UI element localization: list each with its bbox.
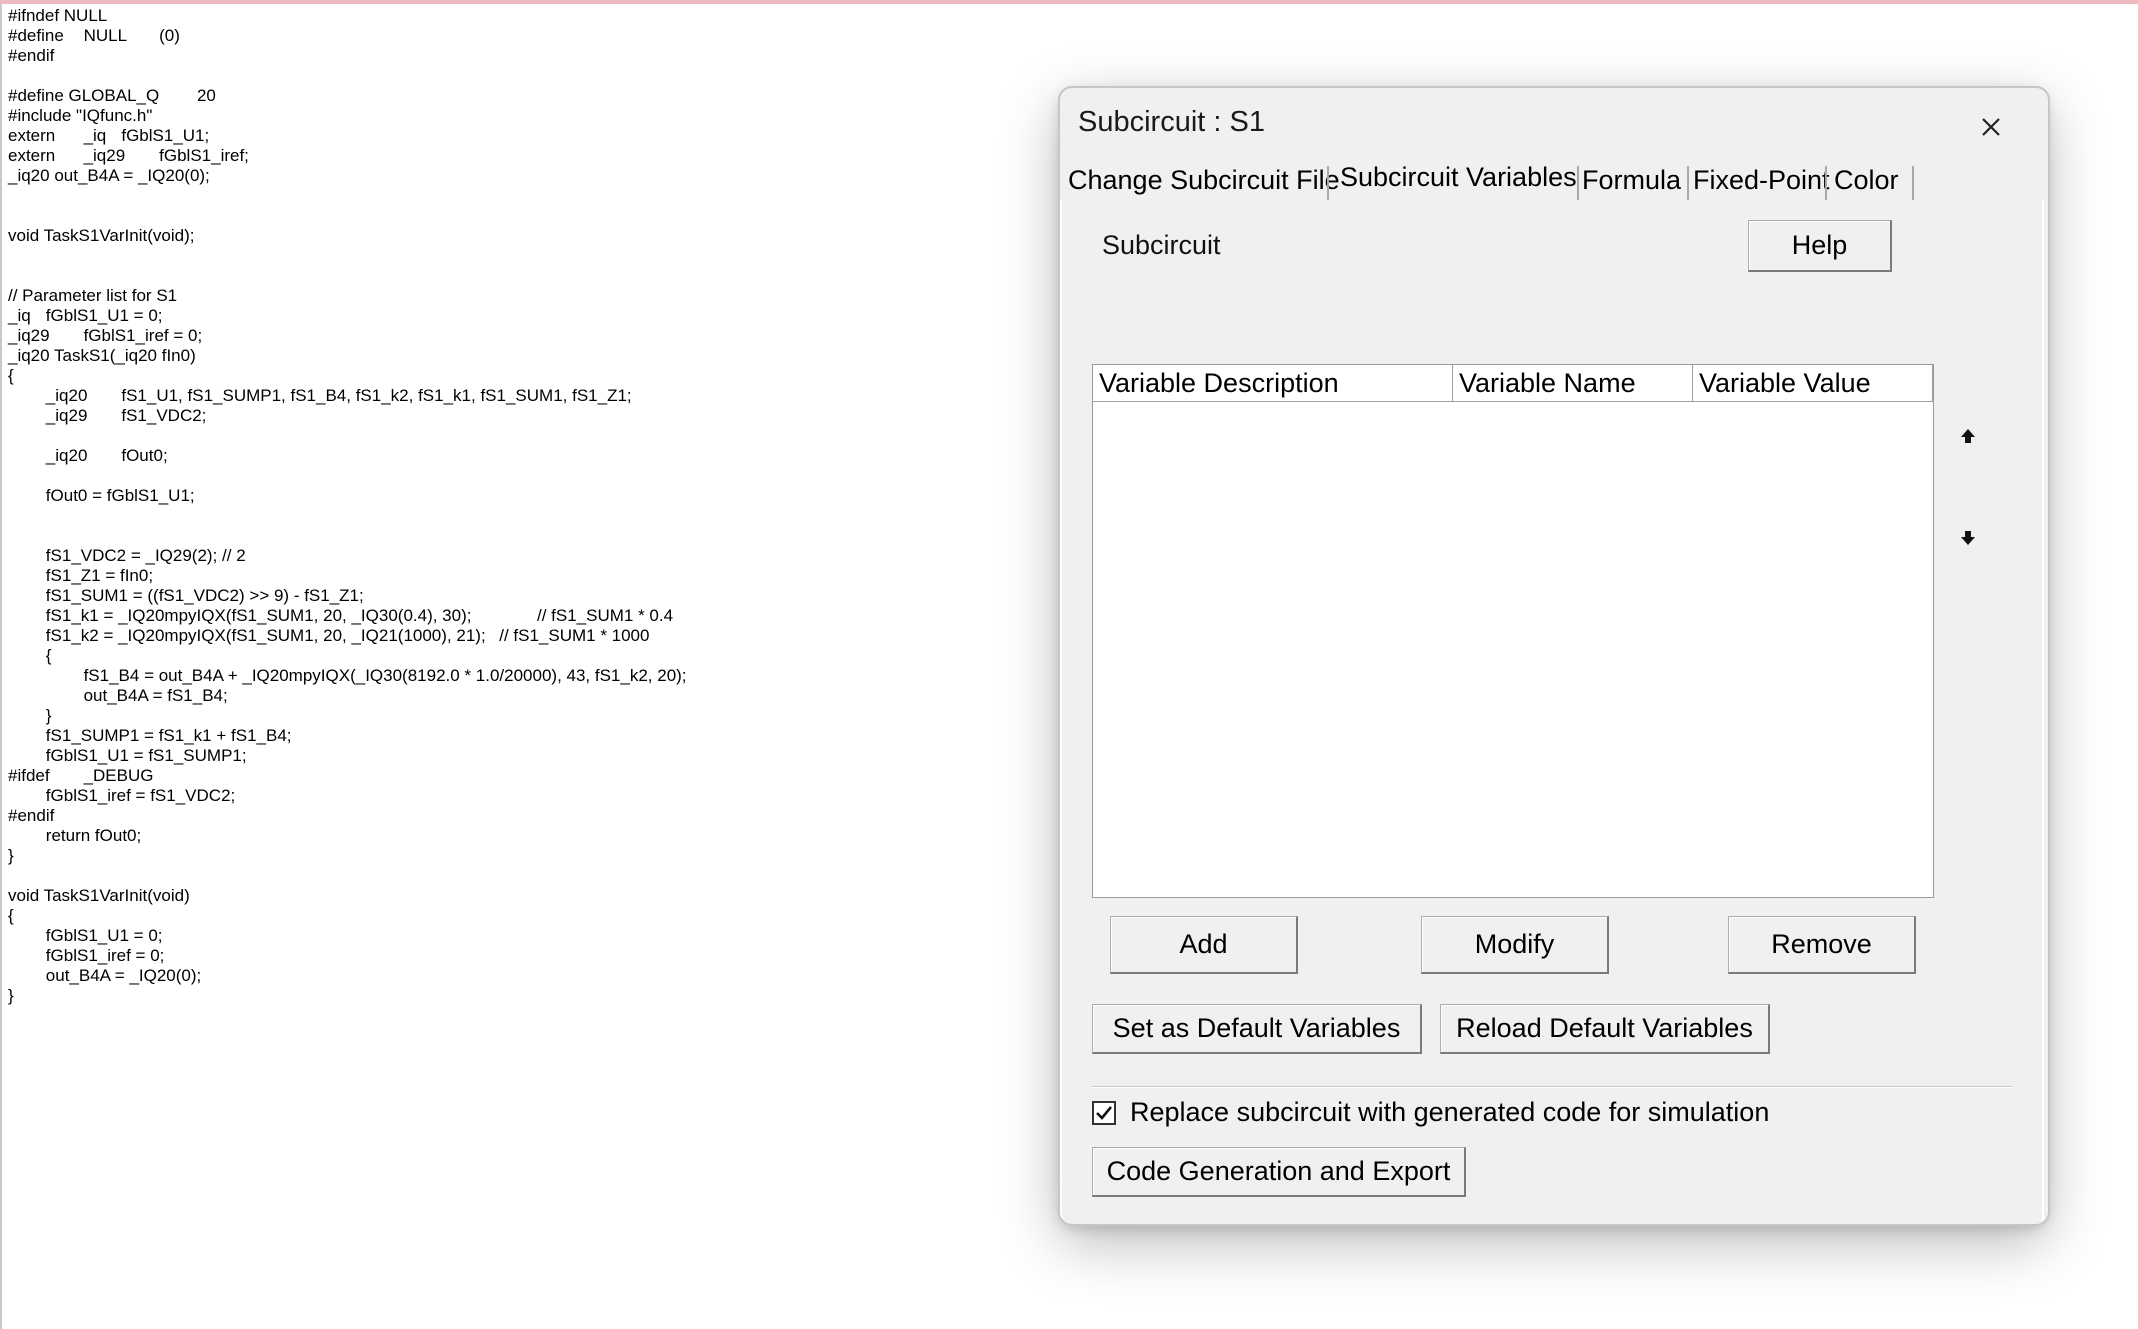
code-line: return fOut0;	[8, 826, 142, 845]
divider	[1092, 1087, 2012, 1088]
code-generation-export-button[interactable]: Code Generation and Export	[1092, 1147, 1466, 1197]
code-line: _iq20 fOut0;	[8, 446, 168, 465]
editor-left-border	[0, 4, 2, 1329]
code-line: fS1_VDC2 = _IQ29(2); // 2	[8, 546, 246, 565]
code-line: }	[8, 706, 52, 725]
code-line: {	[8, 646, 52, 665]
add-button[interactable]: Add	[1110, 916, 1298, 974]
tab-formula[interactable]: Formula	[1582, 160, 1681, 200]
panel-border	[2042, 200, 2044, 1220]
code-line: #define NULL (0)	[8, 26, 180, 45]
code-line: // Parameter list for S1	[8, 286, 178, 305]
code-line: #define GLOBAL_Q 20	[8, 86, 216, 105]
code-line: #include "IQfunc.h"	[8, 106, 153, 125]
code-line: fS1_SUM1 = ((fS1_VDC2) >> 9) - fS1_Z1;	[8, 586, 364, 605]
close-icon[interactable]	[1970, 106, 2012, 148]
subcircuit-label: Subcircuit	[1102, 230, 1221, 260]
move-down-arrow-icon[interactable]	[1958, 528, 1978, 548]
code-line: }	[8, 846, 14, 865]
code-line: _iq20 TaskS1(_iq20 fIn0)	[8, 346, 196, 365]
tab-bar: Change Subcircuit File Subcircuit Variab…	[1060, 157, 2048, 200]
code-line: #ifdef _DEBUG	[8, 766, 154, 785]
code-line: _iq20 out_B4A = _IQ20(0);	[8, 166, 210, 185]
checkmark-icon	[1096, 1106, 1113, 1120]
set-default-variables-button[interactable]: Set as Default Variables	[1092, 1004, 1422, 1054]
code-line: void TaskS1VarInit(void);	[8, 226, 195, 245]
code-line: fS1_B4 = out_B4A + _IQ20mpyIQX(_IQ30(819…	[8, 666, 687, 685]
code-editor[interactable]: #ifndef NULL #define NULL (0) #endif #defin…	[8, 6, 1008, 1016]
column-header-name[interactable]: Variable Name	[1453, 365, 1693, 401]
column-header-description[interactable]: Variable Description	[1093, 365, 1453, 401]
code-line: out_B4A = _IQ20(0);	[8, 966, 202, 985]
code-line: _iq20 fS1_U1, fS1_SUMP1, fS1_B4, fS1_k2,…	[8, 386, 632, 405]
tab-color[interactable]: Color	[1834, 160, 1899, 200]
replace-subcircuit-label[interactable]: Replace subcircuit with generated code f…	[1130, 1097, 1769, 1128]
code-line: #endif	[8, 806, 55, 825]
code-line: {	[8, 366, 14, 385]
code-line: _iq29 fGblS1_iref = 0;	[8, 326, 203, 345]
code-line: fS1_k1 = _IQ20mpyIQX(fS1_SUM1, 20, _IQ30…	[8, 606, 674, 625]
code-line: fOut0 = fGblS1_U1;	[8, 486, 195, 505]
code-line: fGblS1_iref = fS1_VDC2;	[8, 786, 236, 805]
variables-table[interactable]: Variable Description Variable Name Varia…	[1092, 364, 1934, 898]
tab-subcircuit-variables[interactable]: Subcircuit Variables	[1340, 157, 1577, 197]
tab-fixed-point[interactable]: Fixed-Point	[1693, 160, 1830, 200]
code-line: fGblS1_iref = 0;	[8, 946, 165, 965]
code-line: _iq fGblS1_U1 = 0;	[8, 306, 163, 325]
code-line: #ifndef NULL	[8, 6, 108, 25]
modify-button[interactable]: Modify	[1421, 916, 1609, 974]
code-line: {	[8, 906, 14, 925]
dialog-title: Subcircuit : S1	[1078, 106, 1265, 138]
replace-subcircuit-checkbox[interactable]	[1092, 1101, 1116, 1125]
code-line: #endif	[8, 46, 55, 65]
code-line: }	[8, 986, 14, 1005]
move-up-arrow-icon[interactable]	[1958, 426, 1978, 446]
window-top-border	[0, 0, 2138, 4]
code-line: fS1_SUMP1 = fS1_k1 + fS1_B4;	[8, 726, 292, 745]
tab-change-subcircuit-file[interactable]: Change Subcircuit File	[1068, 160, 1340, 200]
code-line: out_B4A = fS1_B4;	[8, 686, 228, 705]
code-line: extern _iq29 fGblS1_iref;	[8, 146, 249, 165]
code-line: fS1_k2 = _IQ20mpyIQX(fS1_SUM1, 20, _IQ21…	[8, 626, 650, 645]
code-line: _iq29 fS1_VDC2;	[8, 406, 207, 425]
code-line: fS1_Z1 = fIn0;	[8, 566, 154, 585]
column-header-value[interactable]: Variable Value	[1693, 365, 1933, 401]
code-line: fGblS1_U1 = 0;	[8, 926, 163, 945]
code-line: fGblS1_U1 = fS1_SUMP1;	[8, 746, 247, 765]
code-line: void TaskS1VarInit(void)	[8, 886, 190, 905]
code-line: extern _iq fGblS1_U1;	[8, 126, 210, 145]
panel-border	[1060, 200, 1062, 1220]
remove-button[interactable]: Remove	[1728, 916, 1916, 974]
subcircuit-dialog: Subcircuit : S1 Change Subcircuit File S…	[1058, 86, 2050, 1226]
help-button[interactable]: Help	[1748, 220, 1892, 272]
table-header: Variable Description Variable Name Varia…	[1093, 365, 1933, 402]
reload-default-variables-button[interactable]: Reload Default Variables	[1440, 1004, 1770, 1054]
